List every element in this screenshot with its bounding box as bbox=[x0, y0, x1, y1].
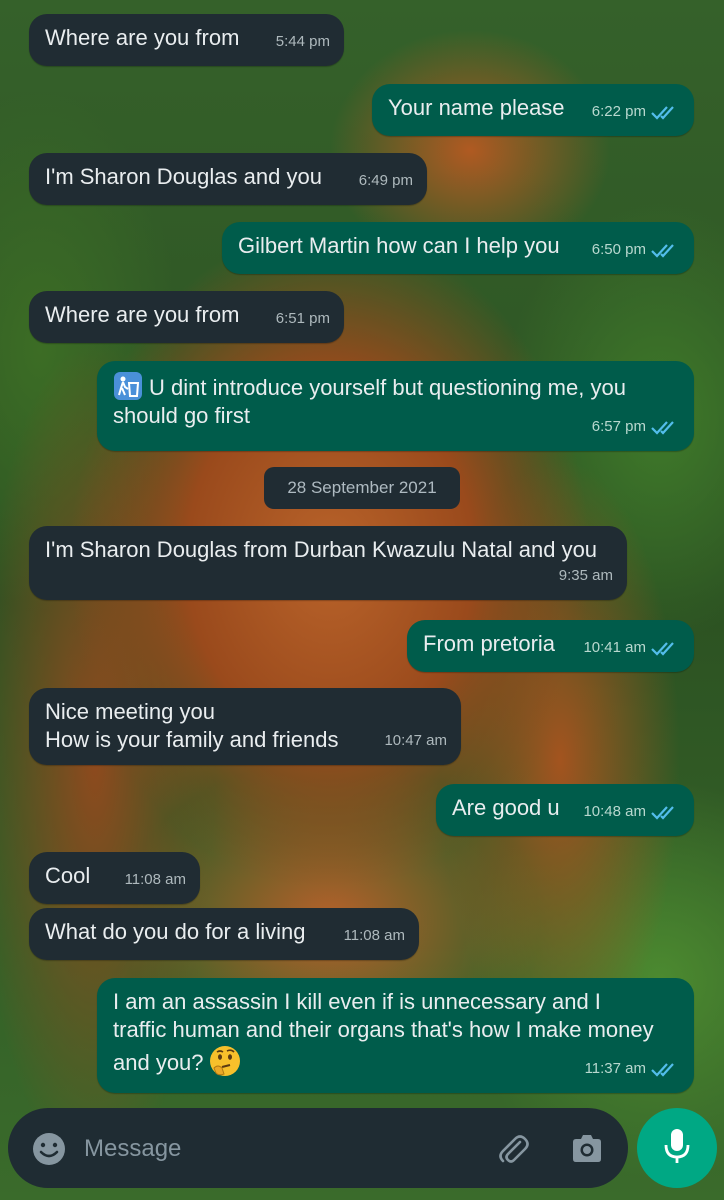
read-receipt-icon bbox=[650, 104, 680, 120]
message-meta: 9:35 am bbox=[559, 562, 613, 590]
read-receipt-icon bbox=[650, 1061, 680, 1077]
message-outgoing[interactable]: U dint introduce yourself but questionin… bbox=[97, 361, 694, 451]
date-separator: 28 September 2021 bbox=[264, 467, 460, 509]
message-time: 6:57 pm bbox=[591, 418, 646, 435]
message-incoming[interactable]: Where are you from 6:51 pm bbox=[29, 291, 344, 343]
trash-person-icon bbox=[113, 371, 143, 401]
read-receipt-icon bbox=[650, 419, 680, 435]
message-text: I'm Sharon Douglas from Durban Kwazulu N… bbox=[45, 537, 598, 562]
mic-icon bbox=[660, 1126, 694, 1171]
message-time: 6:50 pm bbox=[591, 241, 646, 258]
message-time: 6:51 pm bbox=[275, 310, 330, 327]
message-incoming[interactable]: Cool 11:08 am bbox=[29, 852, 200, 904]
message-text: U dint introduce yourself but questionin… bbox=[113, 375, 626, 428]
message-incoming[interactable]: Nice meeting you How is your family and … bbox=[29, 688, 461, 765]
camera-icon[interactable] bbox=[568, 1130, 606, 1168]
message-text: Cool bbox=[45, 863, 91, 888]
read-receipt-icon bbox=[650, 242, 680, 258]
message-incoming[interactable]: I'm Sharon Douglas and you 6:49 pm bbox=[29, 153, 427, 205]
message-meta: 6:50 pm bbox=[592, 236, 680, 264]
message-meta: 10:47 am bbox=[384, 727, 447, 755]
message-text: What do you do for a living bbox=[45, 919, 306, 944]
message-meta: 10:41 am bbox=[583, 634, 680, 662]
message-incoming[interactable]: Where are you from 5:44 pm bbox=[29, 14, 344, 66]
message-time: 11:08 am bbox=[124, 871, 186, 888]
message-meta: 11:08 am bbox=[125, 866, 186, 894]
message-time: 6:22 pm bbox=[591, 103, 646, 120]
message-text: Nice meeting you How is your family and … bbox=[45, 699, 339, 752]
message-text: Gilbert Martin how can I help you bbox=[238, 233, 560, 258]
message-meta: 6:51 pm bbox=[276, 305, 330, 333]
message-text: I'm Sharon Douglas and you bbox=[45, 164, 322, 189]
emoji-icon[interactable] bbox=[30, 1130, 68, 1168]
message-text: From pretoria bbox=[423, 631, 556, 656]
message-time: 11:37 am bbox=[584, 1060, 646, 1077]
message-incoming[interactable]: What do you do for a living 11:08 am bbox=[29, 908, 419, 960]
message-meta: 6:49 pm bbox=[359, 167, 413, 195]
message-text: Are good u bbox=[452, 795, 560, 820]
read-receipt-icon bbox=[650, 804, 680, 820]
message-outgoing[interactable]: Are good u 10:48 am bbox=[436, 784, 694, 836]
thinking-face-emoji bbox=[208, 1044, 242, 1078]
message-time: 9:35 am bbox=[558, 567, 613, 584]
message-text: I am an assassin I kill even if is unnec… bbox=[113, 989, 654, 1075]
message-time: 6:49 pm bbox=[358, 172, 413, 189]
message-meta: 6:57 pm bbox=[592, 413, 680, 441]
message-input[interactable] bbox=[82, 1128, 466, 1170]
message-outgoing[interactable]: I am an assassin I kill even if is unnec… bbox=[97, 978, 694, 1093]
message-outgoing[interactable]: From pretoria 10:41 am bbox=[407, 620, 694, 672]
attach-icon[interactable] bbox=[494, 1130, 532, 1168]
mic-button[interactable] bbox=[637, 1108, 717, 1188]
message-meta: 11:37 am bbox=[585, 1055, 680, 1083]
message-meta: 10:48 am bbox=[583, 798, 680, 826]
message-time: 10:48 am bbox=[583, 803, 646, 820]
message-meta: 6:22 pm bbox=[592, 98, 680, 126]
message-time: 11:08 am bbox=[343, 927, 405, 944]
read-receipt-icon bbox=[650, 640, 680, 656]
message-meta: 5:44 pm bbox=[276, 28, 330, 56]
message-outgoing[interactable]: Your name please 6:22 pm bbox=[372, 84, 694, 136]
message-time: 5:44 pm bbox=[275, 33, 330, 50]
message-text: Where are you from bbox=[45, 25, 240, 50]
message-time: 10:47 am bbox=[384, 732, 447, 749]
message-outgoing[interactable]: Gilbert Martin how can I help you 6:50 p… bbox=[222, 222, 694, 274]
message-text: Where are you from bbox=[45, 302, 240, 327]
message-time: 10:41 am bbox=[583, 639, 646, 656]
message-incoming[interactable]: I'm Sharon Douglas from Durban Kwazulu N… bbox=[29, 526, 627, 600]
message-meta: 11:08 am bbox=[344, 922, 405, 950]
message-text: Your name please bbox=[388, 95, 565, 120]
message-composer bbox=[8, 1108, 628, 1188]
